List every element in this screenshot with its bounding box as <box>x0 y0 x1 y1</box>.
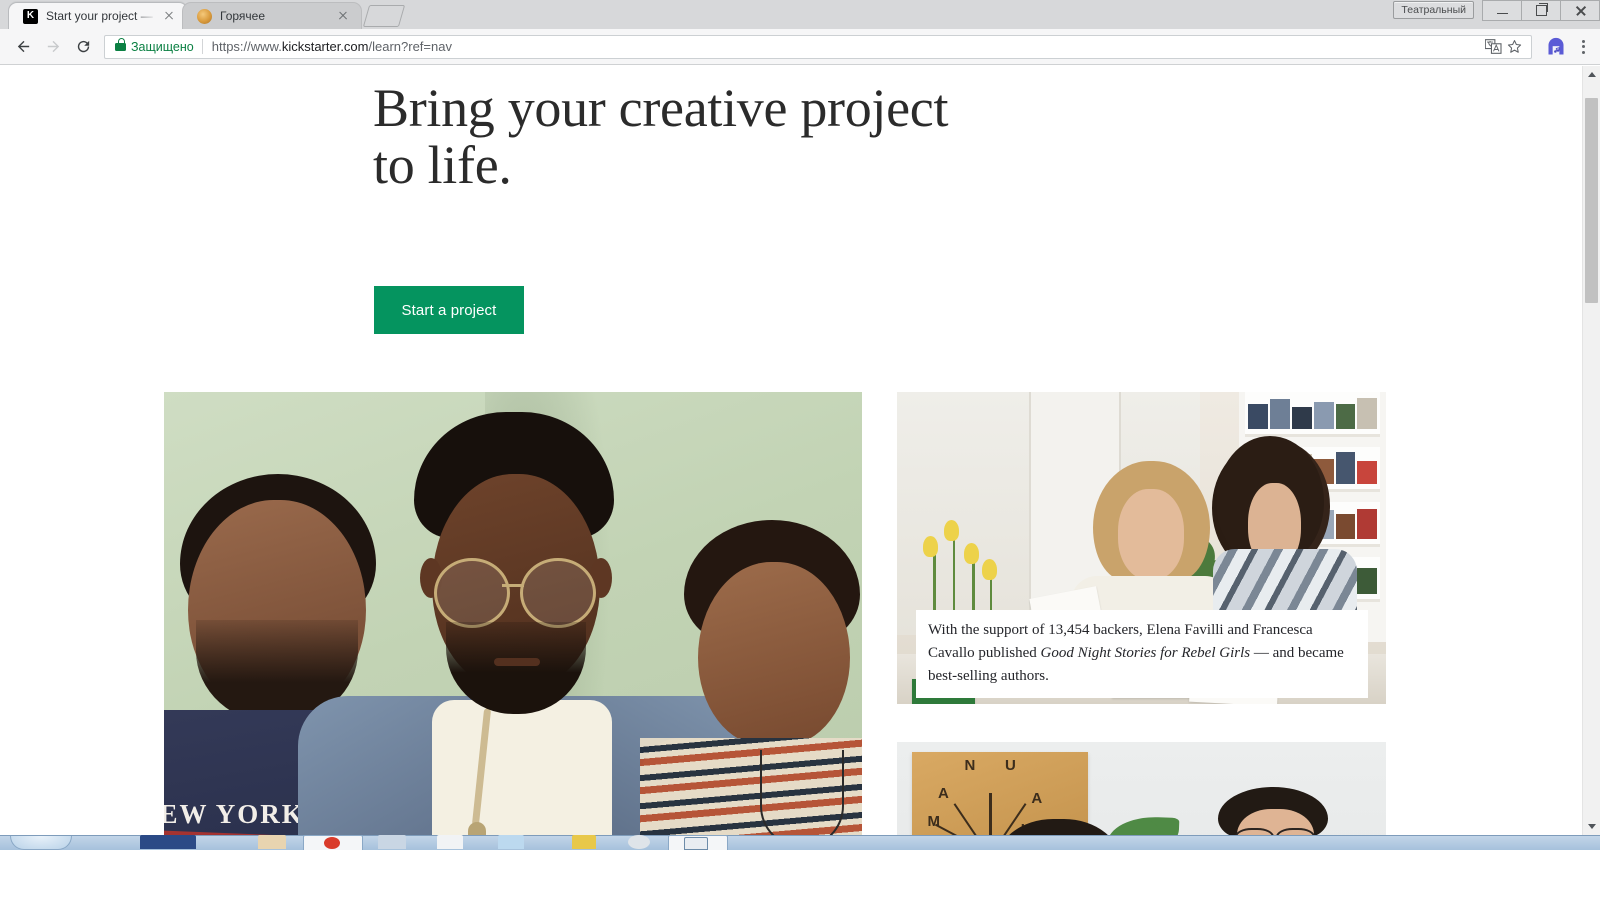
close-icon[interactable] <box>335 8 351 24</box>
taskbar-item-9[interactable] <box>572 835 596 849</box>
tab-goryachee[interactable]: Горячее <box>182 2 362 29</box>
lock-icon <box>115 38 126 51</box>
tab-kickstarter[interactable]: K Start your project — Kick <box>8 2 188 29</box>
security-label: Защищено <box>131 39 194 54</box>
kickstarter-learn-page: Bring your creative project to life. Sta… <box>0 66 1568 835</box>
page-title: Bring your creative project to life. <box>373 80 1173 194</box>
forward-arrow-icon <box>47 40 59 53</box>
taskbar-item-chrome-icon[interactable] <box>324 837 340 849</box>
manual-card[interactable]: N U A A M L <box>897 742 1386 835</box>
minimize-button[interactable] <box>1482 0 1522 21</box>
hero-title-line-1: Bring your creative project <box>373 78 949 138</box>
title-bar: K Start your project — Kick Горячее Теат… <box>0 0 1600 29</box>
taskbar-strip <box>0 835 1600 850</box>
hero-title-line-2: to life. <box>373 135 512 195</box>
glasses-lens-left <box>434 558 510 628</box>
rebel-girls-card[interactable]: With the support of 13,454 backers, Elen… <box>897 392 1386 704</box>
omnibox-divider <box>201 39 203 54</box>
sign-letter-U: U <box>1004 756 1016 774</box>
card-caption: With the support of 13,454 backers, Elen… <box>916 610 1368 698</box>
chevron-down-icon <box>1587 824 1596 829</box>
maximize-button[interactable] <box>1522 0 1561 21</box>
url-text: https://www.kickstarter.com/learn?ref=na… <box>212 39 452 54</box>
necklace-chain <box>760 750 844 835</box>
browser-window: K Start your project — Kick Горячее Теат… <box>0 0 1600 900</box>
person-man-manual <box>1210 786 1347 835</box>
taskbar-item-7[interactable] <box>437 835 463 849</box>
pikabu-favicon-icon <box>197 8 212 24</box>
taskbar-item-11-icon[interactable] <box>684 837 708 850</box>
close-window-button[interactable] <box>1561 0 1600 21</box>
drawstring-toggle <box>468 822 486 835</box>
page-viewport: Bring your creative project to life. Sta… <box>0 66 1600 835</box>
sign-letter-A: A <box>938 784 949 802</box>
taskbar-item-10[interactable] <box>628 835 650 849</box>
reload-icon <box>77 40 89 53</box>
chrome-menu-icon[interactable] <box>1574 36 1592 58</box>
kickstarter-favicon-icon: K <box>23 8 38 24</box>
theater-mode-button[interactable]: Театральный <box>1393 1 1474 19</box>
start-a-project-button[interactable]: Start a project <box>374 286 524 334</box>
scroll-down-button[interactable] <box>1583 818 1600 835</box>
bookmark-star-icon[interactable] <box>1506 38 1523 55</box>
glasses-lens-left <box>1234 828 1275 835</box>
tab-title: Start your project — Kick <box>46 9 157 23</box>
face <box>698 562 850 746</box>
taskbar-item-3[interactable] <box>258 835 286 849</box>
translate-icon[interactable] <box>1484 39 1502 54</box>
browser-toolbar: Защищено https://www.kickstarter.com/lea… <box>0 29 1600 65</box>
manual-photo: N U A A M L <box>897 742 1386 835</box>
chevron-up-icon <box>1587 72 1596 77</box>
glasses-bridge <box>502 584 524 587</box>
mouth <box>494 658 540 666</box>
white-tshirt <box>432 700 612 835</box>
window-controls: Театральный <box>1393 0 1600 29</box>
taskbar-item-8[interactable] <box>498 835 524 849</box>
reload-button[interactable] <box>68 32 98 62</box>
scroll-up-button[interactable] <box>1583 66 1600 83</box>
start-orb[interactable] <box>10 836 72 850</box>
person-right <box>640 476 862 835</box>
extension-icon[interactable] <box>1546 37 1566 57</box>
page-scrollbar[interactable] <box>1582 66 1600 835</box>
glasses-lens-right <box>520 558 596 628</box>
tab-strip: K Start your project — Kick Горячее <box>0 0 406 29</box>
url-scheme: https://www. <box>211 39 282 54</box>
hero-photo-three-men[interactable]: NEW YORK YANKEES <box>164 392 862 835</box>
scrollbar-thumb[interactable] <box>1585 98 1598 303</box>
caption-project-title: Good Night Stories for Rebel Girls <box>1040 645 1251 661</box>
person-woman-manual <box>994 818 1122 835</box>
person-center <box>298 408 756 835</box>
windows-taskbar <box>0 835 1600 900</box>
photo-scene: NEW YORK YANKEES <box>164 392 862 835</box>
forward-button[interactable] <box>38 32 68 62</box>
new-tab-button[interactable] <box>362 5 406 27</box>
url-domain: kickstarter.com <box>281 39 369 54</box>
tab-title: Горячее <box>220 9 266 23</box>
back-button[interactable] <box>8 32 38 62</box>
address-bar[interactable]: Защищено https://www.kickstarter.com/lea… <box>104 34 1532 59</box>
close-icon[interactable] <box>161 8 177 24</box>
taskbar-item-windows[interactable] <box>140 835 196 849</box>
back-arrow-icon <box>17 40 29 53</box>
sign-letter-A2: A <box>1031 789 1043 807</box>
url-path: /learn?ref=nav <box>368 39 452 54</box>
taskbar-item-6[interactable] <box>378 835 406 849</box>
sign-letter-N: N <box>964 756 976 774</box>
